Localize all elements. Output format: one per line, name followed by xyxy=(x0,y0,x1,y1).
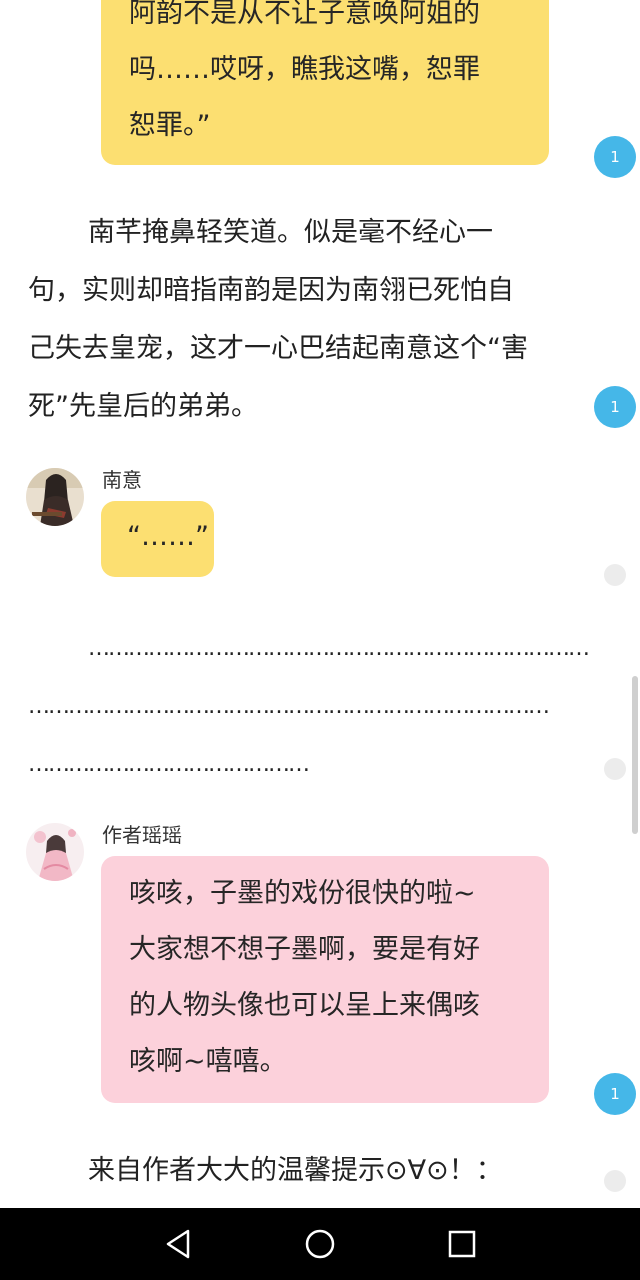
bubble-line: 恕罪。” xyxy=(129,110,211,141)
bubble-line: 的人物头像也可以呈上来偶咳 xyxy=(129,990,480,1021)
narration-paragraph: 南芊掩鼻轻笑道。似是毫不经心一 句，实则却暗指南韵是因为南翎已死怕自 己失去皇宠… xyxy=(28,204,528,436)
circle-home-icon[interactable] xyxy=(302,1226,338,1262)
ellipsis-paragraph: ………………………………………………………………… ……………………………………… xyxy=(28,620,590,794)
message-bubble-nanyi[interactable]: “……” xyxy=(101,501,214,577)
bubble-line: 吗……哎呀，瞧我这嘴，恕罪 xyxy=(129,54,480,85)
tip-text: 来自作者大大的温馨提示⊙∀⊙！： xyxy=(88,1155,503,1186)
paragraph-line: ………………………………………………………………… xyxy=(88,636,590,661)
comment-dot[interactable] xyxy=(604,564,626,586)
message-bubble-top[interactable]: 阿韵不是从不让子意唤阿姐的 吗……哎呀，瞧我这嘴，恕罪 恕罪。” xyxy=(101,0,549,165)
comment-dot[interactable] xyxy=(604,758,626,780)
sender-name: 作者瑶瑶 xyxy=(102,823,182,847)
avatar-author[interactable] xyxy=(26,823,84,881)
bubble-line: 咳咳，子墨的戏份很快的啦~ xyxy=(129,878,476,909)
bubble-line: 阿韵不是从不让子意唤阿姐的 xyxy=(129,0,480,29)
triangle-back-icon[interactable] xyxy=(160,1226,196,1262)
bubble-text: “……” xyxy=(127,521,209,552)
comment-count-badge[interactable]: 1 xyxy=(594,136,636,178)
message-bubble-author[interactable]: 咳咳，子墨的戏份很快的啦~ 大家想不想子墨啊，要是有好 的人物头像也可以呈上来偶… xyxy=(101,856,549,1103)
paragraph-line: 句，实则却暗指南韵是因为南翎已死怕自 xyxy=(28,275,514,306)
paragraph-line: 南芊掩鼻轻笑道。似是毫不经心一 xyxy=(88,217,493,248)
paragraph-line: …………………………………… xyxy=(28,752,310,777)
paragraph-line: 死”先皇后的弟弟。 xyxy=(28,391,258,422)
avatar-image xyxy=(26,468,84,526)
avatar-image xyxy=(26,823,84,881)
paragraph-line: …………………………………………………………………… xyxy=(28,694,550,719)
square-recent-icon[interactable] xyxy=(444,1226,480,1262)
avatar-nanyi[interactable] xyxy=(26,468,84,526)
scrollbar[interactable] xyxy=(632,676,638,834)
author-tip: 来自作者大大的温馨提示⊙∀⊙！： xyxy=(28,1142,503,1200)
comment-count-badge[interactable]: 1 xyxy=(594,386,636,428)
comment-count-badge[interactable]: 1 xyxy=(594,1073,636,1115)
sender-name: 南意 xyxy=(102,468,142,492)
comment-dot[interactable] xyxy=(604,1170,626,1192)
paragraph-line: 己失去皇宠，这才一心巴结起南意这个“害 xyxy=(28,333,528,364)
bubble-line: 大家想不想子墨啊，要是有好 xyxy=(129,934,480,965)
bubble-line: 咳啊~嘻嘻。 xyxy=(129,1046,287,1077)
navigation-bar xyxy=(0,1208,640,1280)
